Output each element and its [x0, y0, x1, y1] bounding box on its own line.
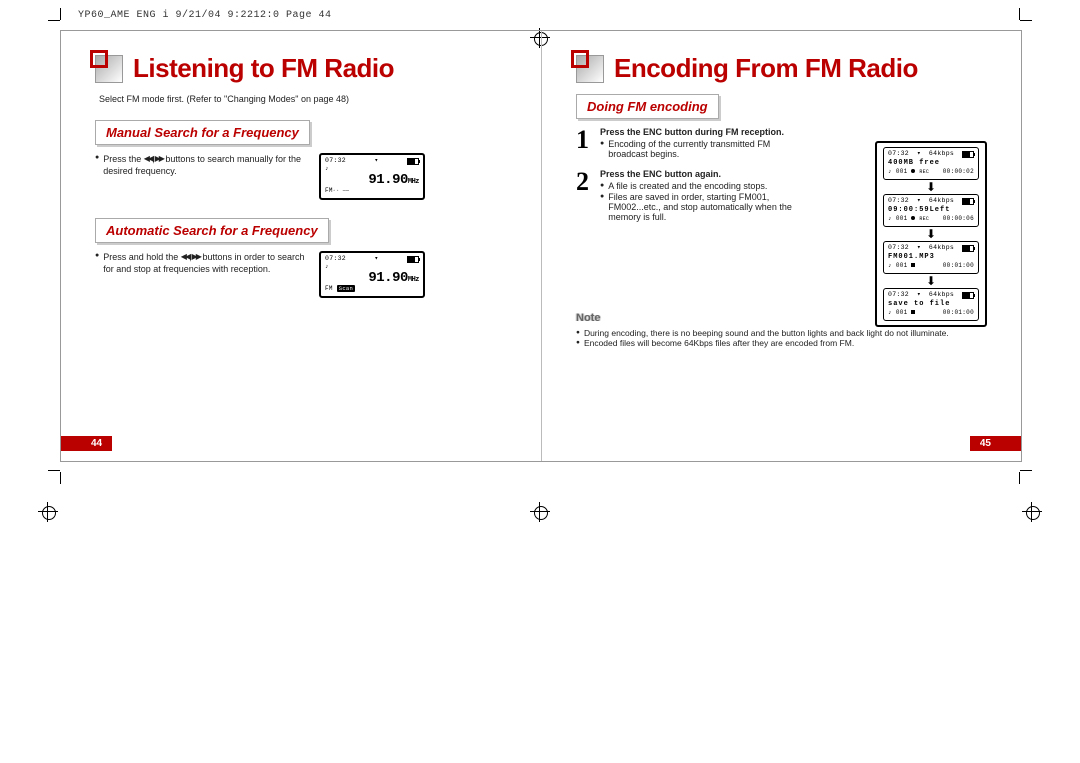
record-icon — [911, 216, 915, 220]
page-number: 44 — [61, 436, 112, 451]
title-ornament-icon — [95, 55, 123, 83]
step-number: 2 — [576, 169, 594, 222]
title-ornament-icon — [576, 55, 604, 83]
crop-mark — [60, 472, 61, 484]
crop-mark — [1019, 8, 1020, 20]
battery-icon — [962, 151, 974, 158]
lcd-screen: 07:32▾64kbps FM001.MP3 ♪ 001 00:01:00 — [883, 241, 979, 274]
stop-icon — [911, 263, 915, 267]
step-2: 2 Press the ENC button again. A file is … — [576, 169, 806, 222]
stop-icon — [911, 310, 915, 314]
crop-mark — [48, 470, 60, 471]
print-header: YP60_AME ENG i 9/21/04 9:2212:0 Page 44 — [78, 10, 332, 21]
lcd-screen: 07:32▾64kbps save to file ♪ 001 00:01:00 — [883, 288, 979, 321]
step-1: 1 Press the ENC button during FM recepti… — [576, 127, 806, 159]
registration-mark — [530, 502, 550, 522]
page-right: Encoding From FM Radio Doing FM encoding… — [541, 31, 1021, 461]
body-text: Press the ◀◀,▶▶ buttons to search manual… — [95, 153, 305, 179]
registration-mark — [38, 502, 58, 522]
subheading-fm-encoding: Doing FM encoding — [576, 94, 719, 119]
battery-icon — [962, 292, 974, 299]
rewind-icon: ◀◀ — [144, 154, 152, 165]
page-title: Encoding From FM Radio — [614, 53, 918, 84]
page-number: 45 — [970, 436, 1021, 451]
registration-mark — [1022, 502, 1042, 522]
body-text: Press and hold the ◀◀,▶▶ buttons in orde… — [95, 251, 305, 277]
crop-mark — [1020, 470, 1032, 471]
battery-icon — [962, 198, 974, 205]
step-heading: Press the ENC button during FM reception… — [600, 127, 806, 137]
note-list: During encoding, there is no beeping sou… — [576, 328, 987, 348]
fastforward-icon: ▶▶ — [155, 154, 163, 165]
subheading-manual-search: Manual Search for a Frequency — [95, 120, 310, 145]
crop-mark — [60, 8, 61, 20]
page-left: Listening to FM Radio Select FM mode fir… — [61, 31, 541, 461]
lcd-stack: 07:32▾64kbps 400MB free ♪ 001 REC00:00:0… — [875, 141, 987, 327]
record-icon — [911, 169, 915, 173]
lcd-screen: 07:32▾ ♪ 91.90MHz FM Scan — [319, 251, 425, 298]
rewind-icon: ◀◀ — [181, 252, 189, 263]
intro-text: Select FM mode first. (Refer to "Changin… — [99, 94, 507, 104]
lcd-screen: 07:32▾64kbps 400MB free ♪ 001 REC00:00:0… — [883, 147, 979, 180]
crop-mark — [1020, 20, 1032, 21]
down-arrow-icon: ⬇ — [926, 184, 936, 190]
crop-mark — [48, 20, 60, 21]
subheading-auto-search: Automatic Search for a Frequency — [95, 218, 329, 243]
battery-icon — [407, 158, 419, 165]
lcd-screen: 07:32▾64kbps 09:00:59Left ♪ 001 REC00:00… — [883, 194, 979, 227]
fastforward-icon: ▶▶ — [192, 252, 200, 263]
battery-icon — [962, 245, 974, 252]
page-title: Listening to FM Radio — [133, 53, 394, 84]
crop-mark — [1019, 472, 1020, 484]
down-arrow-icon: ⬇ — [926, 231, 936, 237]
battery-icon — [407, 256, 419, 263]
step-heading: Press the ENC button again. — [600, 169, 806, 179]
step-number: 1 — [576, 127, 594, 159]
page-spread: Listening to FM Radio Select FM mode fir… — [60, 30, 1022, 462]
lcd-screen: 07:32▾ ♪ 91.90MHz FM◦◦ —— — [319, 153, 425, 200]
down-arrow-icon: ⬇ — [926, 278, 936, 284]
